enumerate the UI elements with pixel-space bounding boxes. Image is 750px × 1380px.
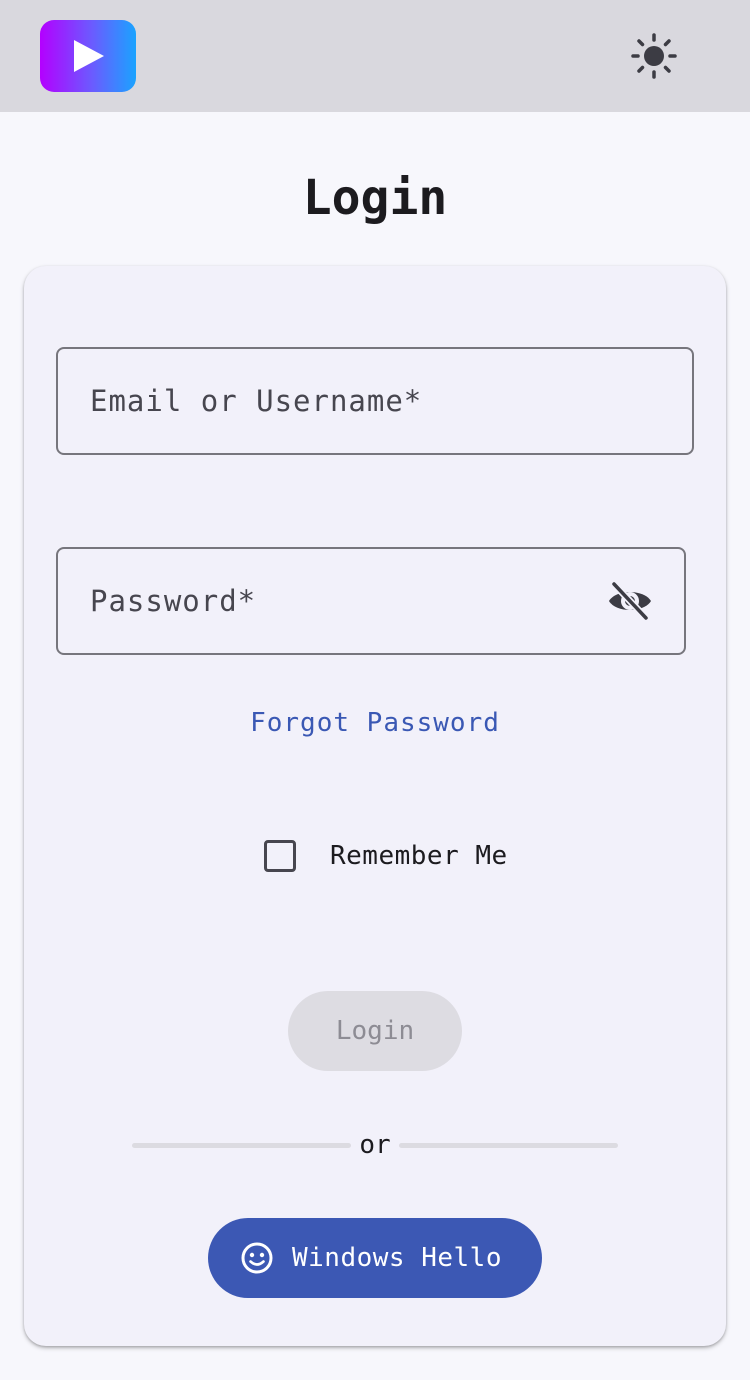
forgot-password-link[interactable]: Forgot Password	[24, 708, 726, 738]
top-app-bar	[0, 0, 750, 112]
email-input[interactable]	[58, 349, 692, 453]
smiley-face-icon	[241, 1242, 273, 1274]
or-divider: or	[132, 1128, 618, 1162]
email-field[interactable]	[56, 347, 694, 455]
play-icon	[74, 40, 104, 72]
password-input[interactable]	[58, 549, 684, 653]
divider-label: or	[359, 1130, 391, 1160]
remember-me-checkbox[interactable]	[264, 840, 296, 872]
app-logo	[40, 20, 136, 92]
windows-hello-label: Windows Hello	[292, 1243, 502, 1273]
windows-hello-button[interactable]: Windows Hello	[208, 1218, 542, 1298]
sun-icon	[631, 33, 677, 79]
password-field[interactable]	[56, 547, 686, 655]
remember-me-label[interactable]: Remember Me	[330, 841, 508, 871]
eye-off-icon	[609, 581, 651, 621]
theme-toggle-button[interactable]	[626, 28, 682, 84]
divider-line-right	[398, 1142, 618, 1148]
divider-line-left	[132, 1142, 352, 1148]
password-visibility-toggle[interactable]	[606, 577, 654, 625]
login-card: Forgot Password Remember Me Login or Win…	[24, 266, 726, 1346]
login-button[interactable]: Login	[288, 991, 462, 1071]
page-title: Login	[302, 170, 448, 226]
remember-me-row: Remember Me	[264, 834, 508, 878]
